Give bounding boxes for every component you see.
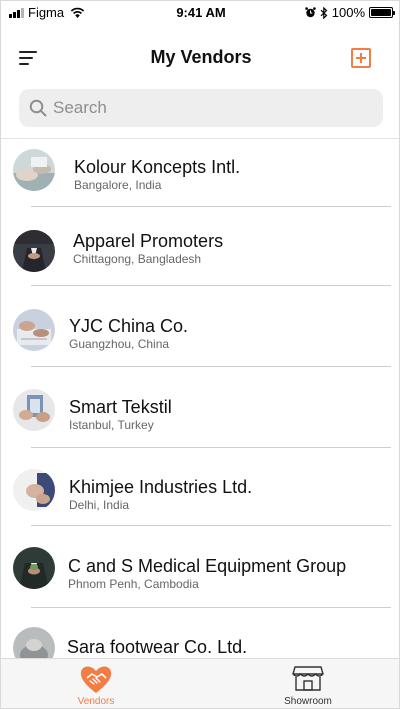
vendor-location: Istanbul, Turkey: [69, 418, 154, 432]
vendor-avatar: [13, 547, 55, 589]
vendor-row[interactable]: C and S Medical Equipment Group Phnom Pe…: [1, 526, 399, 608]
vendor-name: YJC China Co.: [69, 316, 189, 336]
vendor-location: Chittagong, Bangladesh: [73, 252, 202, 266]
vendor-avatar: [13, 389, 55, 431]
handshake-heart-icon: [80, 666, 112, 693]
alarm-icon: [305, 7, 316, 18]
vendor-name: C and S Medical Equipment Group: [68, 556, 347, 576]
tab-label: Showroom: [284, 696, 332, 707]
vendor-location: Bangalore, India: [74, 178, 162, 192]
search-input[interactable]: [53, 98, 353, 118]
vendor-name: Khimjee Industries Ltd.: [69, 477, 253, 497]
page-title: My Vendors: [150, 47, 252, 67]
battery-icon: [369, 7, 395, 18]
navigation-bar: My Vendors: [1, 25, 399, 89]
vendor-avatar: [13, 309, 55, 351]
vendor-name: Apparel Promoters: [73, 231, 224, 251]
vendor-avatar: [13, 627, 55, 658]
vendor-location: Guangzhou, China: [69, 337, 170, 351]
tab-vendors[interactable]: Vendors: [26, 659, 166, 708]
search-icon: [29, 99, 47, 117]
vendor-list: Kolour Koncepts Intl. Bangalore, India A…: [1, 139, 399, 658]
vendor-row[interactable]: Khimjee Industries Ltd. Delhi, India: [1, 448, 399, 528]
storefront-icon: [292, 666, 324, 691]
search-bar[interactable]: [19, 89, 383, 127]
tab-bar: Vendors Showroom: [1, 658, 399, 708]
bluetooth-icon: [320, 6, 328, 19]
vendor-row[interactable]: Apparel Promoters Chittagong, Bangladesh: [1, 207, 399, 287]
status-right: 100%: [305, 5, 395, 20]
tab-showroom[interactable]: Showroom: [238, 659, 378, 708]
vendor-avatar: [13, 230, 55, 272]
vendor-location: Phnom Penh, Cambodia: [68, 577, 199, 591]
vendor-avatar: [13, 469, 55, 511]
vendor-name: Kolour Koncepts Intl.: [74, 157, 241, 177]
vendor-row[interactable]: Smart Tekstil Istanbul, Turkey: [1, 367, 399, 448]
vendor-row[interactable]: YJC China Co. Guangzhou, China: [1, 286, 399, 367]
vendor-name: Sara footwear Co. Ltd.: [67, 637, 248, 657]
vendor-name: Smart Tekstil: [69, 397, 172, 417]
vendor-row[interactable]: Sara footwear Co. Ltd.: [1, 607, 399, 658]
phone-screen: Figma 9:41 AM 100% My Vendors Search Kol…: [0, 0, 400, 709]
status-bar: Figma 9:41 AM 100%: [1, 1, 399, 25]
battery-percent: 100%: [331, 5, 365, 20]
tab-label: Vendors: [77, 696, 115, 707]
vendor-avatar: [13, 149, 55, 191]
vendor-location: Delhi, India: [69, 498, 130, 512]
add-vendor-button[interactable]: [351, 48, 371, 68]
